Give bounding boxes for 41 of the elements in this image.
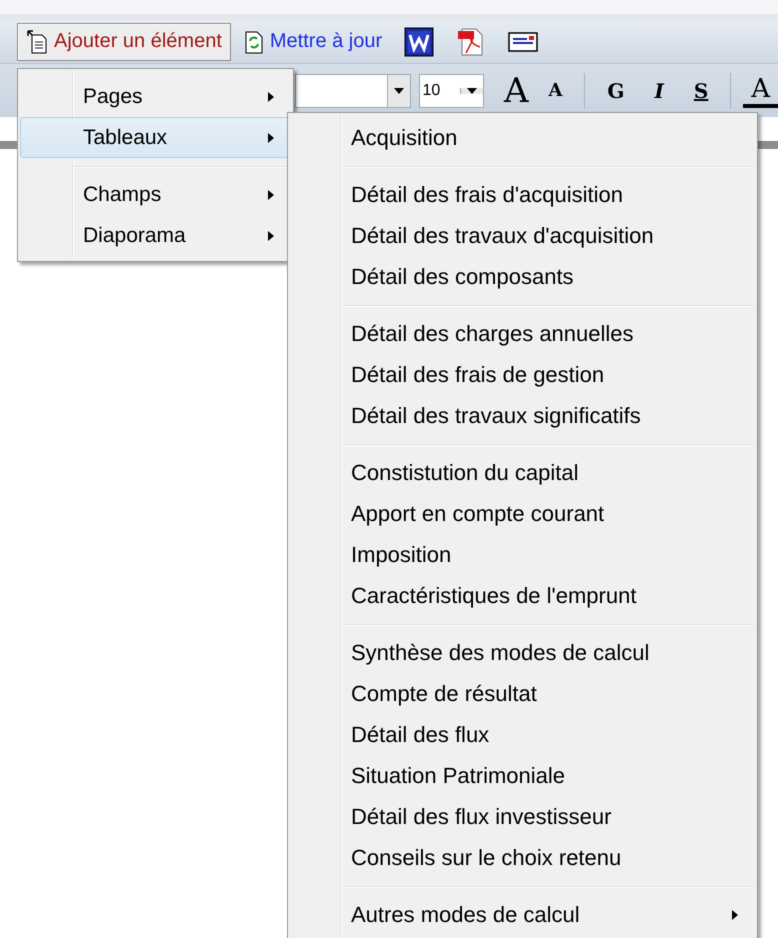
- submenu-arrow-icon: [268, 92, 274, 102]
- menu-item[interactable]: Synthèse des modes de calcul: [290, 616, 755, 673]
- italic-button[interactable]: I: [646, 78, 672, 102]
- menu-item[interactable]: Constistution du capital: [290, 436, 755, 493]
- menu-item[interactable]: Détail des flux: [290, 714, 755, 755]
- menu-item[interactable]: Détail des travaux d'acquisition: [290, 215, 755, 256]
- menu-item[interactable]: Détail des charges annuelles: [290, 297, 755, 354]
- menu-item[interactable]: Pages: [20, 76, 291, 117]
- envelope-icon: [508, 30, 538, 52]
- font-size-dropdown[interactable]: 10: [418, 74, 484, 108]
- menu-item[interactable]: Détail des composants: [290, 256, 755, 297]
- submenu-arrow-icon: [268, 132, 274, 142]
- color-button[interactable]: A: [743, 74, 778, 108]
- menu-item[interactable]: Détail des travaux significatifs: [290, 395, 755, 436]
- add-document-icon: [26, 28, 48, 54]
- submenu-arrow-icon: [732, 910, 738, 920]
- menu-item[interactable]: Compte de résultat: [290, 673, 755, 714]
- menu-item[interactable]: Détail des frais de gestion: [290, 354, 755, 395]
- dropdown-arrow-icon: [466, 88, 477, 94]
- refresh-document-icon: [244, 28, 264, 54]
- toolbar-button[interactable]: Ajouter un élément: [17, 22, 231, 60]
- submenu-arrow-icon: [268, 190, 274, 200]
- submenu-arrow-icon: [268, 230, 274, 240]
- grow-button[interactable]: A: [496, 70, 537, 110]
- menu-item[interactable]: Imposition: [290, 534, 755, 575]
- menu-item[interactable]: Situation Patrimoniale: [290, 755, 755, 796]
- shrink-button[interactable]: A: [540, 80, 570, 101]
- menu-item[interactable]: Détail des flux investisseur: [290, 796, 755, 837]
- bold-button[interactable]: G: [599, 78, 632, 102]
- menu-item[interactable]: Conseils sur le choix retenu: [290, 837, 755, 878]
- toolbar-button[interactable]: Mettre à jour: [234, 22, 392, 60]
- menu-item[interactable]: Champs: [20, 158, 291, 215]
- word-document-icon: [404, 26, 434, 56]
- menu-item[interactable]: Détail des frais d'acquisition: [290, 158, 755, 215]
- menu-item[interactable]: Apport en compte courant: [290, 493, 755, 534]
- menu-item[interactable]: Autres modes de calcul: [290, 878, 755, 935]
- menu-item[interactable]: Caractéristiques de l'emprunt: [290, 575, 755, 616]
- dropdown-arrow-icon: [394, 88, 404, 94]
- menu-item[interactable]: Diaporama: [20, 215, 291, 256]
- underline-button[interactable]: S: [686, 78, 716, 102]
- menu-item[interactable]: Acquisition: [290, 117, 755, 158]
